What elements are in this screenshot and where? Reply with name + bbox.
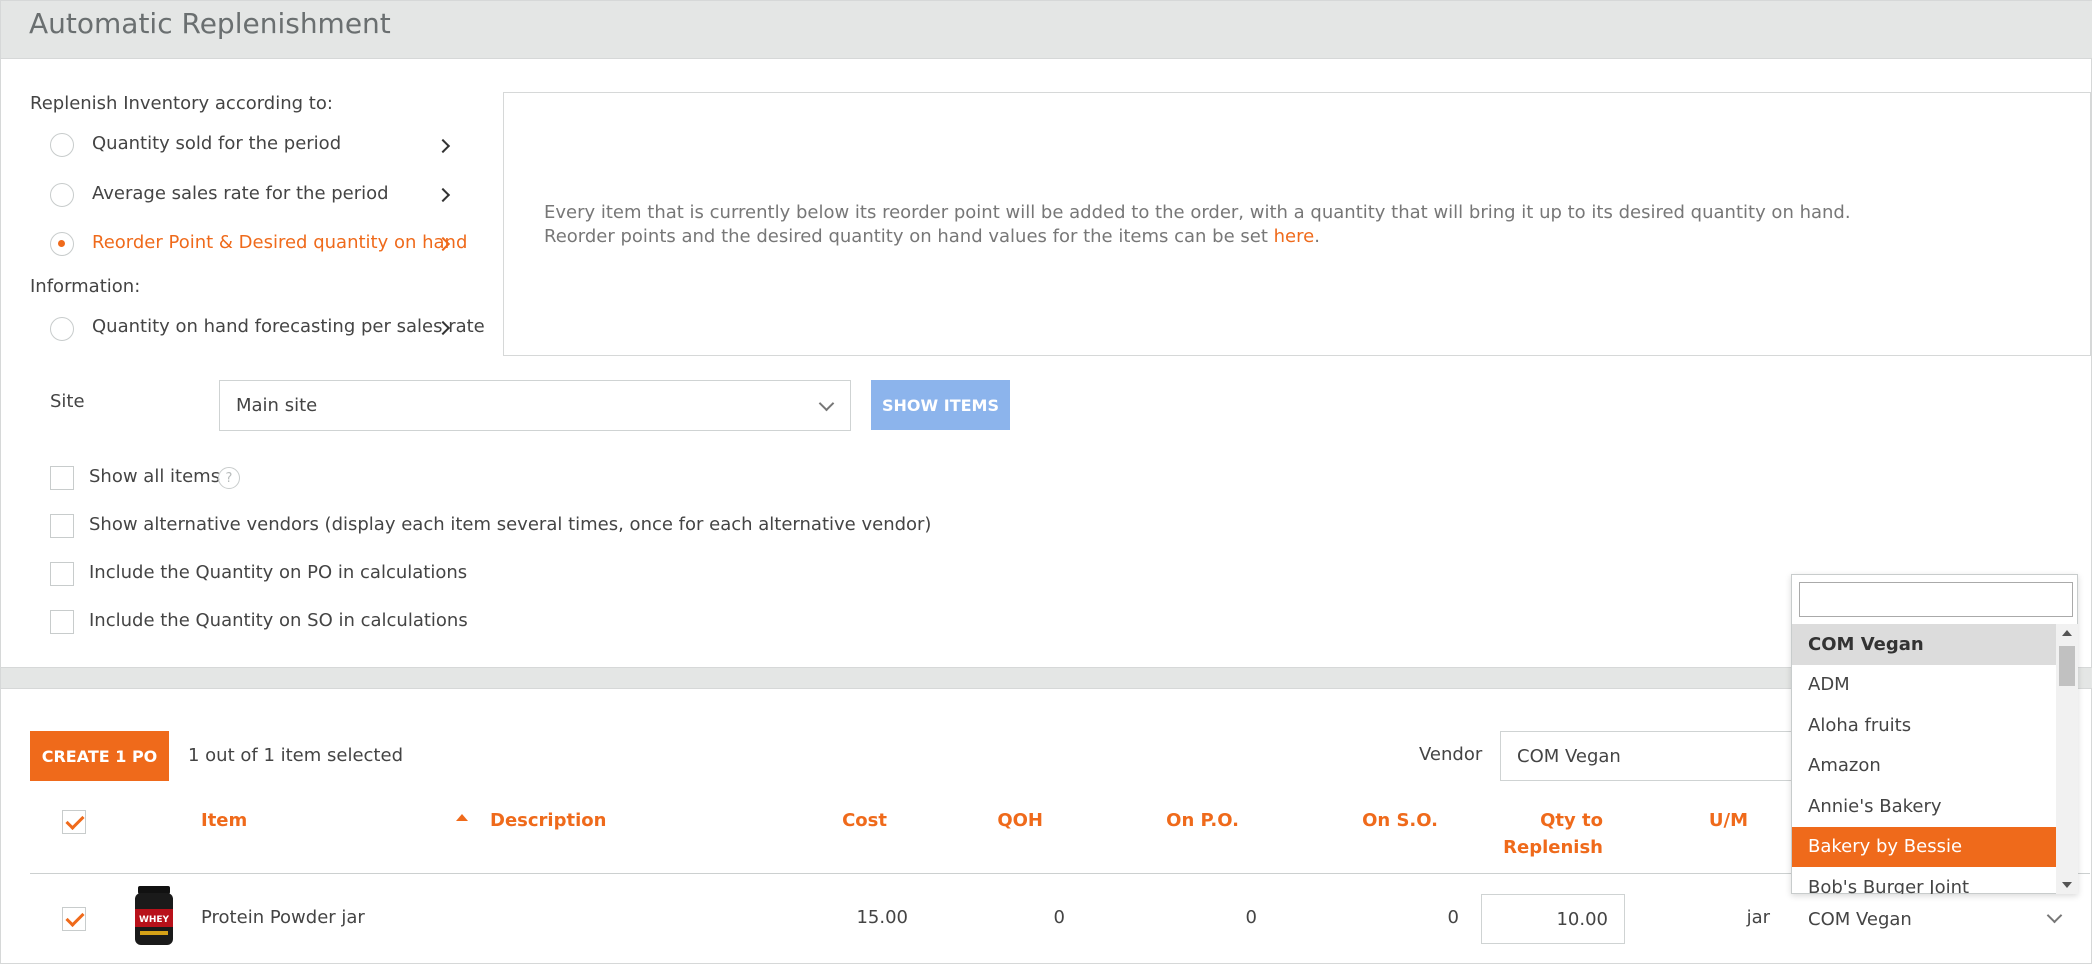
section-divider <box>1 667 2092 689</box>
row-checkbox[interactable] <box>62 907 86 931</box>
show-items-button[interactable]: SHOW ITEMS <box>871 380 1010 430</box>
product-image: WHEY <box>135 886 173 945</box>
site-select-value: Main site <box>236 395 318 416</box>
site-select[interactable]: Main site <box>219 380 851 431</box>
selection-count: 1 out of 1 item selected <box>188 745 403 766</box>
settings-link[interactable]: here <box>1274 226 1315 247</box>
vendor-search-input[interactable] <box>1799 582 2073 617</box>
row-vendor-select[interactable]: COM Vegan <box>1791 894 2078 944</box>
option-label: Average sales rate for the period <box>92 183 389 204</box>
info-line-2-suffix: . <box>1314 226 1320 247</box>
select-all-checkbox[interactable] <box>62 810 86 834</box>
checkbox-label: Include the Quantity on PO in calculatio… <box>89 562 468 583</box>
qty-value: 10.00 <box>1556 908 1608 930</box>
checkbox-box[interactable] <box>50 466 74 490</box>
column-header-on-po[interactable]: On P.O. <box>1131 810 1239 831</box>
sort-ascending-icon[interactable] <box>456 814 468 821</box>
page-header: Automatic Replenishment <box>1 1 2092 59</box>
vendor-option[interactable]: Bakery by Bessie <box>1792 826 2056 867</box>
column-header-um[interactable]: U/M <box>1681 810 1748 831</box>
page-title: Automatic Replenishment <box>29 7 391 40</box>
info-line-2-text: Reorder points and the desired quantity … <box>544 226 1274 247</box>
row-on-so: 0 <box>1447 907 1459 928</box>
site-label: Site <box>50 391 85 412</box>
page-frame: Automatic Replenishment Replenish Invent… <box>0 0 2092 964</box>
vendor-option[interactable]: Annie's Bakery <box>1792 786 2056 827</box>
row-cost: 15.00 <box>856 907 908 928</box>
scroll-thumb[interactable] <box>2059 646 2075 686</box>
row-vendor-value: COM Vegan <box>1808 908 1912 930</box>
info-line-1: Every item that is currently below its r… <box>544 202 1851 223</box>
info-panel: Every item that is currently below its r… <box>503 92 2091 356</box>
column-header-on-so[interactable]: On S.O. <box>1331 810 1438 831</box>
vendor-label: Vendor <box>1419 744 1483 765</box>
radio-average-sales[interactable] <box>50 183 74 207</box>
chevron-right-icon <box>435 138 451 154</box>
vendor-option[interactable]: Aloha fruits <box>1792 705 2056 746</box>
dropdown-scrollbar[interactable] <box>2056 624 2078 894</box>
create-po-button[interactable]: CREATE 1 PO <box>30 731 169 781</box>
chevron-down-icon <box>2046 907 2063 924</box>
help-icon[interactable]: ? <box>218 467 240 489</box>
row-um: jar <box>1746 907 1770 928</box>
checkbox-box[interactable] <box>50 562 74 586</box>
checkbox-label: Show all items <box>89 466 221 487</box>
vendor-options-list: COM Vegan ADM Aloha fruits Amazon Annie'… <box>1792 624 2056 894</box>
vendor-option[interactable]: Bob's Burger Joint <box>1792 867 2056 894</box>
table-header-separator <box>30 873 2090 874</box>
vendor-dropdown: COM Vegan ADM Aloha fruits Amazon Annie'… <box>1791 574 2078 894</box>
option-label: Quantity sold for the period <box>92 133 342 154</box>
info-line-2: Reorder points and the desired quantity … <box>544 226 1320 247</box>
column-header-qty-line2[interactable]: Replenish <box>1451 837 1603 858</box>
checkbox-box[interactable] <box>50 610 74 634</box>
product-image-label: WHEY <box>139 915 170 925</box>
chevron-down-icon <box>818 395 835 412</box>
option-label: Quantity on hand forecasting per sales r… <box>92 316 485 337</box>
checkbox-label: Show alternative vendors (display each i… <box>89 514 932 535</box>
checkbox-label: Include the Quantity on SO in calculatio… <box>89 610 468 631</box>
radio-reorder-point[interactable] <box>50 232 74 256</box>
row-item: Protein Powder jar <box>201 907 365 928</box>
vendor-option[interactable]: ADM <box>1792 665 2056 706</box>
qty-to-replenish-input[interactable]: 10.00 <box>1481 894 1625 944</box>
vendor-select[interactable]: COM Vegan <box>1500 731 1800 781</box>
vendor-select-value: COM Vegan <box>1517 745 1621 767</box>
vendor-option[interactable]: Amazon <box>1792 746 2056 787</box>
vendor-option[interactable]: COM Vegan <box>1792 624 2056 665</box>
column-header-cost[interactable]: Cost <box>801 810 887 831</box>
column-header-description[interactable]: Description <box>490 810 606 831</box>
replenish-heading: Replenish Inventory according to: <box>30 93 333 114</box>
option-label: Reorder Point & Desired quantity on hand <box>92 232 468 253</box>
chevron-right-icon <box>435 187 451 203</box>
row-on-po: 0 <box>1245 907 1257 928</box>
row-qoh: 0 <box>1053 907 1065 928</box>
column-header-item[interactable]: Item <box>201 810 247 831</box>
radio-forecasting[interactable] <box>50 317 74 341</box>
checkbox-box[interactable] <box>50 514 74 538</box>
scroll-up-icon[interactable] <box>2062 630 2072 636</box>
column-header-qoh[interactable]: QOH <box>961 810 1043 831</box>
scroll-down-icon[interactable] <box>2062 882 2072 888</box>
information-heading: Information: <box>30 276 141 297</box>
column-header-qty-line1[interactable]: Qty to <box>1451 810 1603 831</box>
radio-quantity-sold[interactable] <box>50 133 74 157</box>
